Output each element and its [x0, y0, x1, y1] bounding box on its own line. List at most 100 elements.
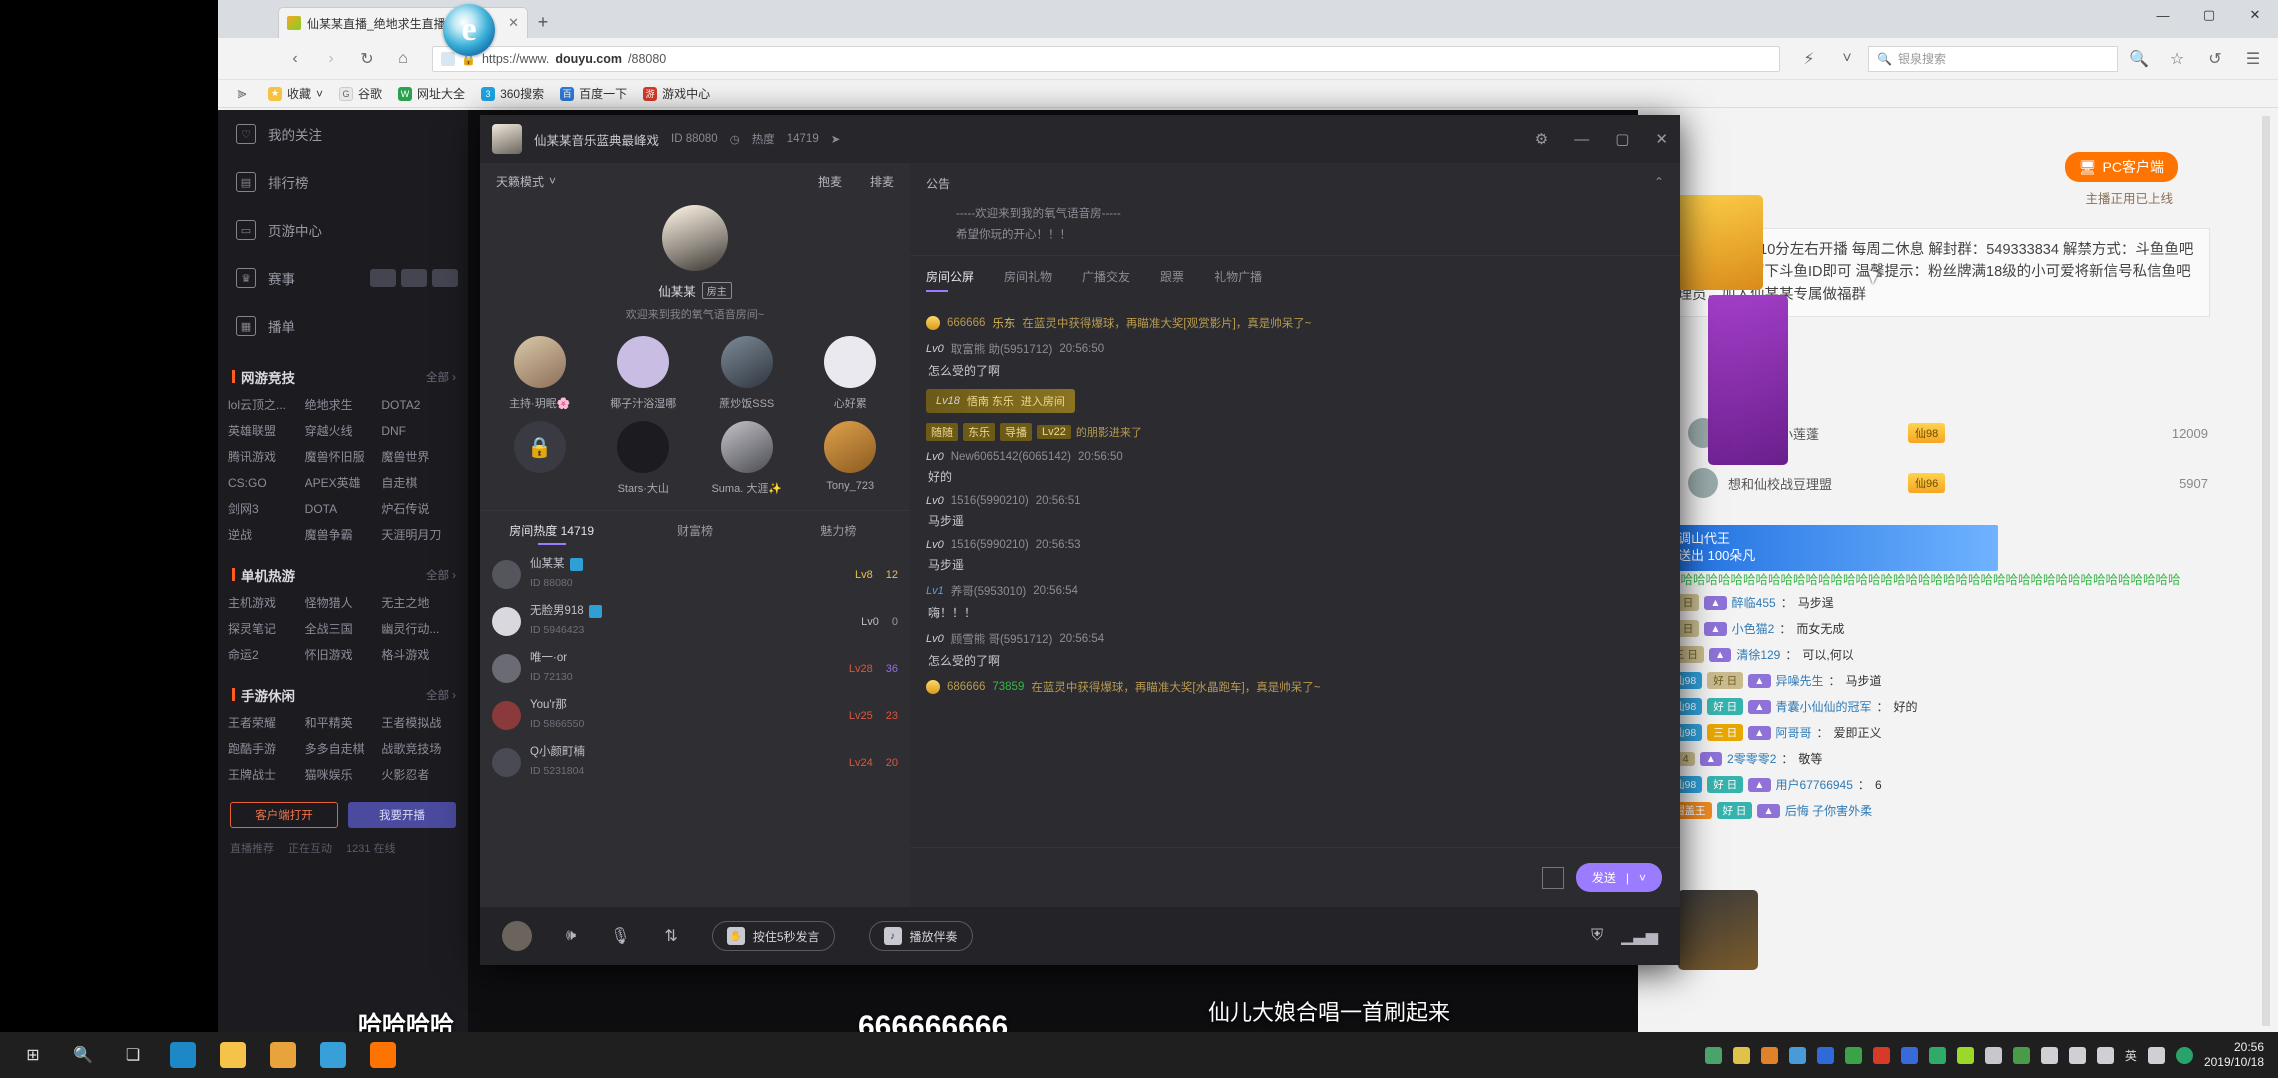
footer-link[interactable]: 直播推荐	[230, 840, 274, 856]
taskbar-app-douyu[interactable]	[360, 1035, 406, 1075]
new-tab-button[interactable]: +	[528, 7, 558, 38]
lightning-icon[interactable]: ⚡	[1792, 44, 1826, 74]
play-accompaniment-button[interactable]: ♪ 播放伴奏	[868, 921, 973, 951]
tray-icon-shield[interactable]	[1844, 1046, 1862, 1064]
keyboard-icon[interactable]	[2147, 1046, 2165, 1064]
start-streaming-button[interactable]: 我要开播	[348, 802, 456, 828]
game-link[interactable]: 战歌竞技场	[381, 736, 458, 762]
window-close-button[interactable]: ✕	[2232, 0, 2278, 30]
minimize-icon[interactable]: —	[1574, 131, 1589, 148]
host-avatar[interactable]	[662, 205, 728, 271]
start-button[interactable]: ⊞	[10, 1032, 56, 1078]
game-link[interactable]: 怪物猎人	[305, 590, 382, 616]
game-link[interactable]: 绝地求生	[305, 392, 382, 418]
game-link[interactable]: 探灵笔记	[228, 616, 305, 642]
queue-mic-button[interactable]: 排麦	[870, 173, 894, 190]
game-link[interactable]: 炉石传说	[381, 496, 458, 522]
tray-icon-app[interactable]	[1816, 1046, 1834, 1064]
hold-to-talk-button[interactable]: ✋ 按住5秒发言	[711, 921, 835, 951]
search-go-icon[interactable]: 🔍	[2122, 44, 2156, 74]
game-link[interactable]: 全战三国	[305, 616, 382, 642]
room-mode-label[interactable]: 天籁模式	[496, 173, 544, 190]
mic-seat[interactable]: 蔗炒饭SSS	[695, 336, 799, 411]
pc-client-button[interactable]: 🖥 PC客户端	[2064, 152, 2178, 182]
category-all-link[interactable]: 全部 ›	[426, 369, 456, 385]
category-all-link[interactable]: 全部 ›	[426, 687, 456, 703]
home-icon[interactable]: ⌂	[386, 44, 420, 74]
tray-icon-zip[interactable]	[1900, 1046, 1918, 1064]
game-link[interactable]: APEX英雄	[305, 470, 382, 496]
forward-icon[interactable]: ›	[314, 44, 348, 74]
user-row[interactable]: Q小颜町楠 ID 5231804 Lv24 20	[480, 739, 910, 786]
volume-icon[interactable]	[2096, 1046, 2114, 1064]
taskbar-search-icon[interactable]: 🔍	[60, 1032, 106, 1078]
share-icon[interactable]: ➤	[831, 132, 841, 146]
game-link[interactable]: 魔兽世界	[381, 444, 458, 470]
game-link[interactable]: 天涯明月刀	[381, 522, 458, 548]
game-link[interactable]: lol云顶之...	[228, 392, 305, 418]
sidebar-item-webgame[interactable]: ▭ 页游中心	[218, 206, 468, 254]
game-link[interactable]: 格斗游戏	[381, 642, 458, 668]
qr-icon[interactable]	[1541, 866, 1564, 889]
sidebar-item-follow[interactable]: ♡ 我的关注	[218, 110, 468, 158]
bookmark-item-hao123[interactable]: W 网址大全	[398, 85, 465, 102]
game-link[interactable]: 自走棋	[381, 470, 458, 496]
game-link[interactable]: DNF	[381, 418, 458, 444]
game-link[interactable]: 跑酷手游	[228, 736, 305, 762]
tab-room-heat[interactable]: 房间热度 14719	[480, 511, 623, 551]
game-link[interactable]: 魔兽怀旧服	[305, 444, 382, 470]
game-link[interactable]: 怀旧游戏	[305, 642, 382, 668]
task-view-icon[interactable]: ❏	[110, 1032, 156, 1078]
microphone-icon[interactable]	[2040, 1046, 2058, 1064]
game-link[interactable]: 和平精英	[305, 710, 382, 736]
mic-seat[interactable]: Suma. 大涯✨	[695, 421, 799, 496]
mic-seat[interactable]: 椰子汁浴湿哪	[592, 336, 696, 411]
game-link[interactable]: 无主之地	[381, 590, 458, 616]
game-link[interactable]: 火影忍者	[381, 762, 458, 788]
my-avatar[interactable]	[502, 921, 532, 951]
chevron-down-icon[interactable]: ˅	[549, 174, 556, 188]
sidebar-item-esports[interactable]: ♛ 赛事	[218, 254, 468, 302]
window-minimize-button[interactable]: —	[2140, 0, 2186, 30]
maximize-icon[interactable]: ▢	[1615, 130, 1629, 148]
tab-votes[interactable]: 跟票	[1160, 268, 1184, 292]
tray-icon-usb[interactable]	[1984, 1046, 2002, 1064]
bookmark-item-360search[interactable]: 3 360搜索	[481, 85, 544, 102]
mic-seat[interactable]: Tony_723	[799, 421, 903, 496]
chevron-down-icon[interactable]: ˅	[1830, 44, 1864, 74]
game-link[interactable]: DOTA	[305, 496, 382, 522]
tray-icon-plus[interactable]	[1956, 1046, 1974, 1064]
user-row[interactable]: You'r那 ID 5866550 Lv25 23	[480, 692, 910, 739]
sidebar-item-ranking[interactable]: ▤ 排行榜	[218, 158, 468, 206]
taskbar-clock[interactable]: 20:56 2019/10/18	[2204, 1040, 2264, 1070]
game-link[interactable]: 逆战	[228, 522, 305, 548]
tab-gift-broadcast[interactable]: 礼物广播	[1214, 268, 1262, 292]
tab-room-gifts[interactable]: 房间礼物	[1004, 268, 1052, 292]
game-link[interactable]: 王者模拟战	[381, 710, 458, 736]
mic-seat[interactable]: Stars·大山	[592, 421, 696, 496]
favorite-star-icon[interactable]: ☆	[2160, 44, 2194, 74]
ime-indicator[interactable]: 英	[2125, 1047, 2137, 1064]
bookmark-item-baidu[interactable]: 百 百度一下	[560, 85, 627, 102]
bookmark-item-favorites[interactable]: ★ 收藏 ˅	[268, 85, 323, 102]
bookmark-item-google[interactable]: G 谷歌	[339, 85, 382, 102]
microphone-icon[interactable]: 🎙	[610, 926, 630, 946]
game-link[interactable]: 多多自走棋	[305, 736, 382, 762]
footer-link[interactable]: 正在互动	[288, 840, 332, 856]
mic-seat[interactable]: 主持·玥眠🌸	[488, 336, 592, 411]
back-icon[interactable]: ‹	[278, 44, 312, 74]
game-link[interactable]: 猫咪娱乐	[305, 762, 382, 788]
network-icon[interactable]	[2068, 1046, 2086, 1064]
game-link[interactable]: 英雄联盟	[228, 418, 305, 444]
close-icon[interactable]: ✕	[1655, 130, 1668, 148]
tray-icon-cloud[interactable]	[1788, 1046, 1806, 1064]
sidebar-item-playlist[interactable]: ▦ 播单	[218, 302, 468, 350]
tab-broadcast-friends[interactable]: 广播交友	[1082, 268, 1130, 292]
game-link[interactable]: 穿越火线	[305, 418, 382, 444]
game-link[interactable]: 腾讯游戏	[228, 444, 305, 470]
tray-icon-folder[interactable]	[1732, 1046, 1750, 1064]
game-link[interactable]: 剑网3	[228, 496, 305, 522]
equalizer-icon[interactable]: ⇅	[664, 926, 677, 946]
speaker-icon[interactable]: 🕪	[566, 927, 576, 945]
bookmark-expand-icon[interactable]: ⫸	[232, 79, 252, 109]
